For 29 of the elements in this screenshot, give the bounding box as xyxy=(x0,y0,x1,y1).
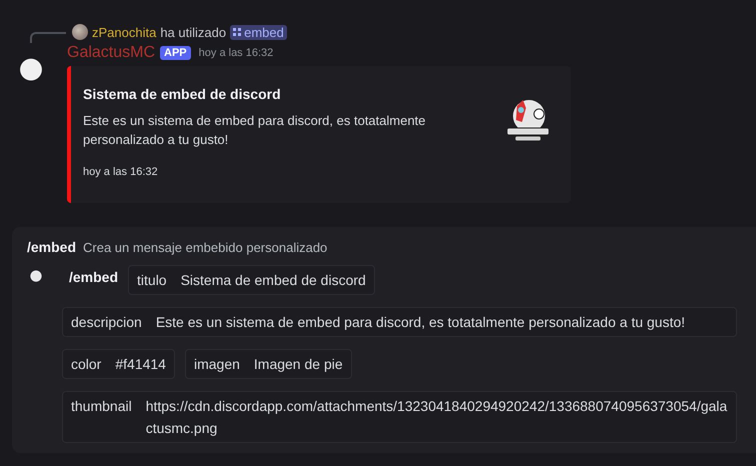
command-description: Crea un mensaje embebido personalizado xyxy=(83,240,328,254)
option-value: https://cdn.discordapp.com/attachments/1323041840294920242/1336880740956373054/galactusmc.png xyxy=(146,397,728,438)
command-name: embed xyxy=(244,24,284,40)
user-avatar[interactable] xyxy=(72,24,88,40)
option-chip[interactable]: color #f41414 xyxy=(62,349,175,379)
username[interactable]: zPanochita xyxy=(92,24,156,40)
option-chip[interactable]: imagen Imagen de pie xyxy=(184,349,352,379)
option-value: #f41414 xyxy=(115,355,166,374)
embed-title: Sistema de embed de discord xyxy=(83,86,282,102)
option-value: Imagen de pie xyxy=(254,355,343,374)
embed-description: Este es un sistema de embed para discord, es totatalmente personalizado a tu gusto! xyxy=(83,112,427,149)
embed-footer: hoy a las 16:32 xyxy=(83,166,443,178)
option-chip[interactable]: thumbnail https://cdn.discordapp.com/attachments/1323041840294920242/1336880740956373054/galactusmc.png xyxy=(62,391,737,443)
app-badge: APP xyxy=(160,46,191,60)
option-value: Sistema de embed de discord xyxy=(180,271,366,290)
option-name: thumbnail xyxy=(71,397,132,416)
command-invocation: /embed xyxy=(69,268,118,287)
option-chip[interactable]: descripcion Este es un sistema de embed para discord, es totatalmente personalizado a tu gusto! xyxy=(62,307,737,337)
option-chip[interactable]: titulo Sistema de embed de discord xyxy=(128,265,375,295)
option-value: Este es un sistema de embed para discord, es totatalmente personalizado a tu gusto! xyxy=(156,313,686,332)
reply-action: ha utilizado xyxy=(160,24,226,40)
option-name: titulo xyxy=(137,271,167,290)
command-title: /embed xyxy=(27,239,76,255)
message-time: hoy a las 16:32 xyxy=(198,47,274,59)
option-name: imagen xyxy=(194,355,240,374)
option-name: color xyxy=(71,355,102,374)
reply-line xyxy=(30,32,66,42)
command-mention[interactable]: embed xyxy=(230,24,287,40)
option-name: descripcion xyxy=(71,313,142,332)
